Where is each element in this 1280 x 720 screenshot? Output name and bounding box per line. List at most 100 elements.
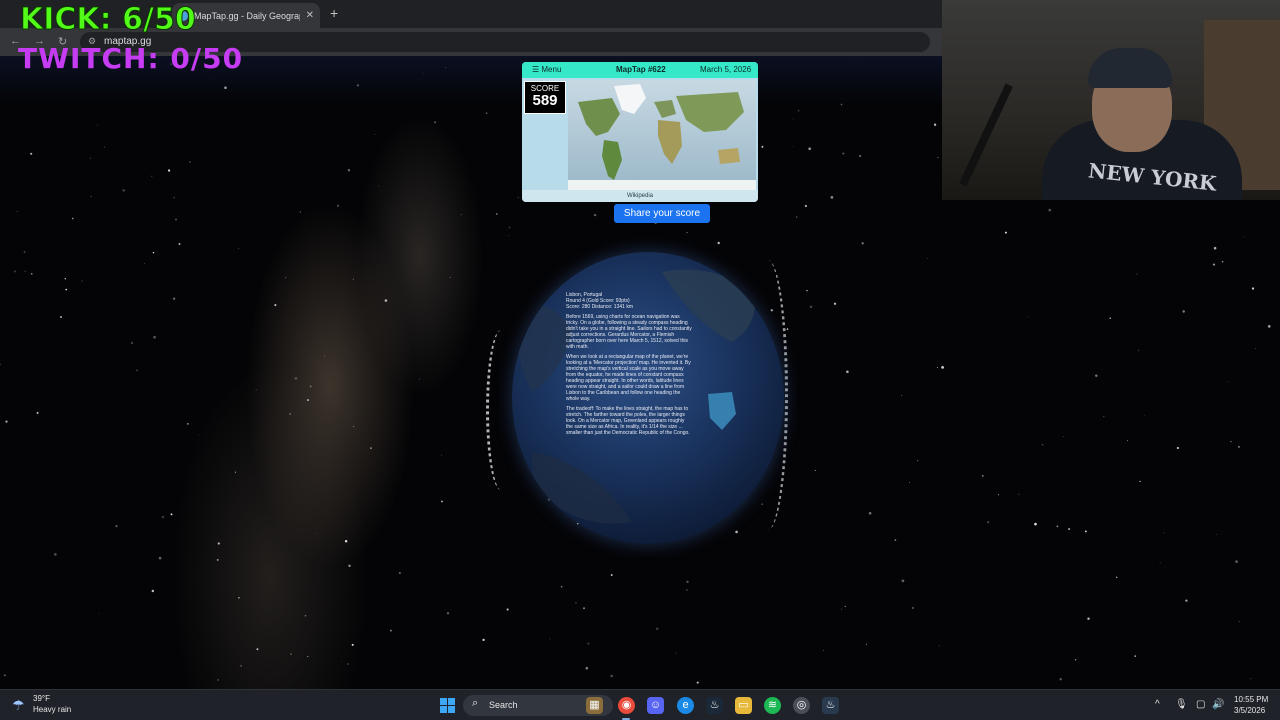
star: [217, 542, 220, 545]
star: [938, 645, 940, 647]
star: [216, 558, 219, 561]
star: [1041, 443, 1044, 446]
steam-alt-icon[interactable]: ♨: [822, 697, 839, 714]
star: [485, 112, 488, 115]
star: [1227, 381, 1229, 382]
star: [1109, 317, 1112, 319]
star: [786, 328, 789, 330]
tab-title: MapTap.gg - Daily Geography G: [194, 10, 300, 21]
star: [347, 663, 349, 665]
share-score-button[interactable]: Share your score: [614, 204, 710, 223]
star: [901, 394, 903, 396]
star: [833, 302, 837, 305]
star: [1139, 480, 1141, 483]
search-label: Search: [489, 700, 518, 710]
star: [1185, 599, 1188, 602]
star: [419, 378, 420, 380]
star: [336, 204, 340, 207]
star: [189, 161, 191, 163]
star: [583, 607, 585, 610]
star: [460, 214, 462, 216]
star: [830, 196, 834, 199]
maptap-date: March 5, 2026: [700, 65, 752, 74]
star: [384, 299, 388, 302]
volume-icon[interactable]: 🔊: [1212, 699, 1224, 710]
star: [1212, 263, 1216, 266]
star: [374, 133, 376, 135]
weather-rain-icon[interactable]: ☂: [12, 697, 25, 714]
star: [341, 661, 342, 662]
star: [434, 121, 437, 124]
star: [655, 627, 659, 631]
twitch-counter: TWITCH: 0/50: [18, 42, 244, 75]
star: [151, 175, 153, 177]
star: [1048, 208, 1052, 212]
spotify-icon[interactable]: ≋: [764, 697, 781, 714]
star: [1250, 678, 1252, 680]
star: [370, 447, 372, 449]
network-icon[interactable]: ▢: [1196, 699, 1205, 710]
clock-time[interactable]: 10:55 PM: [1234, 695, 1268, 704]
fact-paragraph: Before 1569, using charts for ocean navi…: [566, 314, 692, 350]
star: [1138, 349, 1140, 352]
star: [90, 195, 92, 197]
star: [98, 613, 100, 615]
star: [806, 289, 808, 292]
maptap-header: ☰ Menu MapTap #622 March 5, 2026: [522, 62, 758, 78]
star: [901, 579, 905, 583]
star: [1136, 273, 1138, 275]
star: [1176, 446, 1180, 450]
new-tab-button[interactable]: +: [330, 5, 338, 21]
windows-start-icon[interactable]: [440, 698, 455, 713]
menu-button[interactable]: ☰ Menu: [532, 65, 561, 74]
star: [585, 666, 589, 670]
fact-paragraph: The tradeoff: To make the lines straight…: [566, 406, 690, 436]
steam-icon[interactable]: ♨: [706, 697, 723, 714]
discord-icon[interactable]: ☺: [647, 697, 664, 714]
star: [1230, 440, 1232, 443]
star: [804, 204, 808, 208]
chrome-icon[interactable]: ◉: [618, 697, 635, 714]
star: [717, 241, 720, 245]
star: [81, 280, 83, 282]
star: [1115, 576, 1118, 579]
clock-date[interactable]: 3/5/2026: [1234, 706, 1265, 715]
star: [198, 434, 200, 436]
obs-icon[interactable]: ◎: [793, 697, 810, 714]
star: [933, 123, 937, 126]
score-box: SCORE 589: [524, 81, 566, 114]
star: [761, 145, 764, 148]
star: [508, 235, 510, 236]
file-explorer-icon[interactable]: ▭: [735, 697, 752, 714]
maptap-title: MapTap #622: [616, 65, 666, 74]
tray-overflow-icon[interactable]: ^: [1155, 699, 1160, 710]
star: [238, 596, 240, 599]
star: [306, 399, 310, 402]
search-highlight-icon[interactable]: ▦: [586, 697, 603, 714]
star: [941, 366, 944, 369]
star: [294, 377, 298, 380]
star: [865, 643, 867, 645]
edge-icon[interactable]: e: [677, 697, 694, 714]
star: [549, 638, 551, 640]
star: [560, 585, 563, 588]
star: [30, 152, 33, 155]
star: [686, 231, 688, 234]
star: [1244, 236, 1246, 238]
star: [377, 185, 379, 187]
star: [859, 155, 862, 157]
star: [59, 315, 63, 319]
star: [987, 521, 990, 524]
close-icon[interactable]: ✕: [306, 10, 314, 21]
star: [289, 413, 292, 415]
kick-counter: KICK: 6/50: [20, 2, 197, 38]
star: [285, 277, 287, 279]
world-map-graphic: [568, 84, 756, 190]
star: [912, 607, 914, 609]
search-icon: ⌕: [472, 697, 479, 709]
star: [792, 145, 794, 147]
star: [823, 650, 824, 651]
star: [173, 196, 175, 199]
map-caption: Wikipedia: [522, 190, 758, 202]
microphone-icon[interactable]: 🎙: [1175, 699, 1188, 710]
